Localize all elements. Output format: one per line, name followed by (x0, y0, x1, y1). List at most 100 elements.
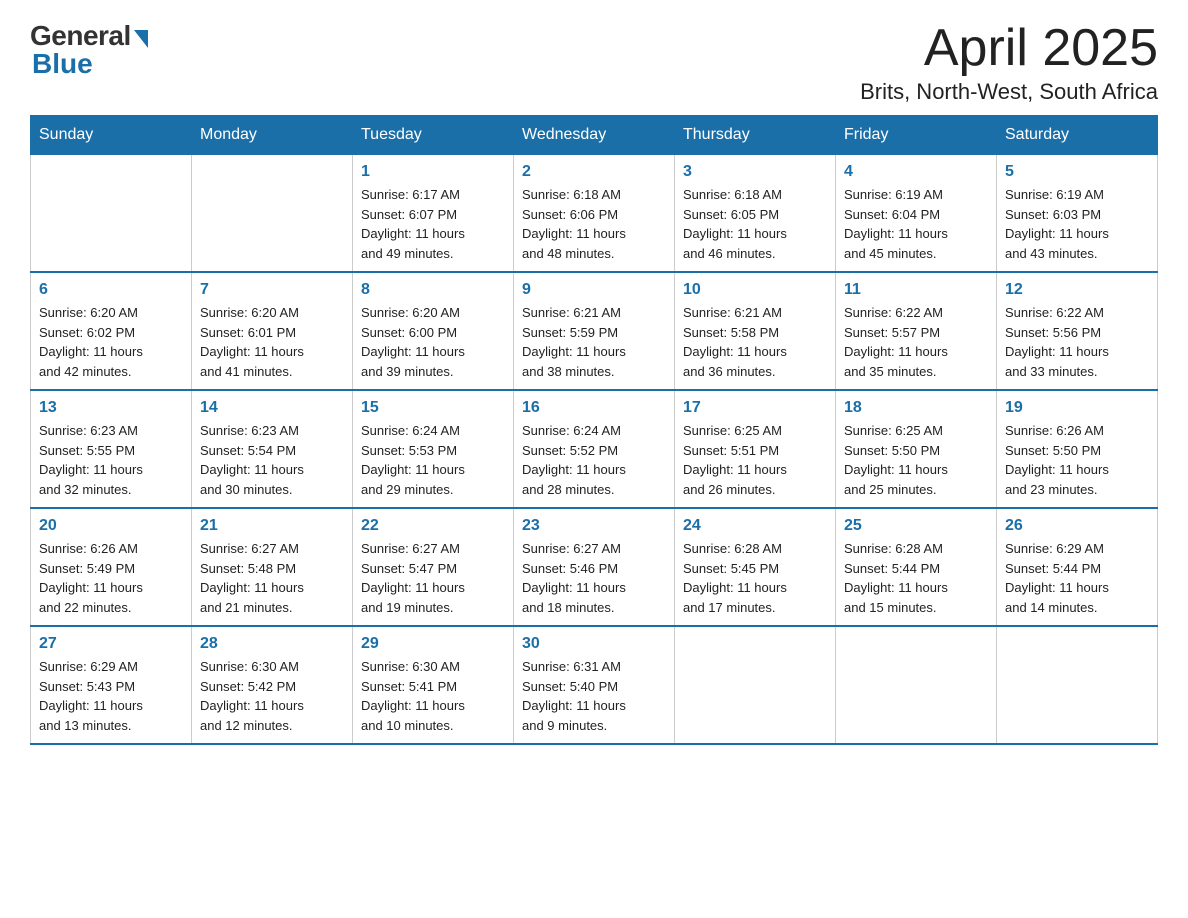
day-number: 10 (683, 281, 827, 299)
day-number: 16 (522, 399, 666, 417)
calendar-header-row: SundayMondayTuesdayWednesdayThursdayFrid… (31, 116, 1158, 155)
day-number: 28 (200, 635, 344, 653)
logo-arrow-icon (134, 30, 148, 48)
day-info: Sunrise: 6:29 AM Sunset: 5:43 PM Dayligh… (39, 657, 183, 735)
calendar-cell: 30Sunrise: 6:31 AM Sunset: 5:40 PM Dayli… (514, 626, 675, 744)
day-info: Sunrise: 6:24 AM Sunset: 5:53 PM Dayligh… (361, 421, 505, 499)
calendar-cell: 21 Sunrise: 6:27 AM Sunset: 5:48 PM Dayli… (192, 508, 353, 626)
day-info: Sunrise: 6:18 AM Sunset: 6:05 PM Dayligh… (683, 185, 827, 263)
day-number: 26 (1005, 517, 1149, 535)
logo-blue-text: Blue (32, 48, 93, 80)
calendar-cell: 13 Sunrise: 6:23 AM Sunset: 5:55 PM Dayli… (31, 390, 192, 508)
calendar-cell: 7 Sunrise: 6:20 AM Sunset: 6:01 PM Daylig… (192, 272, 353, 390)
day-of-week-header: Monday (192, 116, 353, 155)
day-info: Sunrise: 6:28 AM Sunset: 5:45 PM Dayligh… (683, 539, 827, 617)
day-number: 17 (683, 399, 827, 417)
calendar-cell: 8 Sunrise: 6:20 AM Sunset: 6:00 PM Daylig… (353, 272, 514, 390)
calendar-cell: 2 Sunrise: 6:18 AM Sunset: 6:06 PM Daylig… (514, 155, 675, 273)
calendar-cell (997, 626, 1158, 744)
calendar-cell: 17Sunrise: 6:25 AM Sunset: 5:51 PM Dayli… (675, 390, 836, 508)
calendar-cell (192, 155, 353, 273)
calendar-cell: 3 Sunrise: 6:18 AM Sunset: 6:05 PM Daylig… (675, 155, 836, 273)
day-info: Sunrise: 6:19 AM Sunset: 6:04 PM Dayligh… (844, 185, 988, 263)
calendar-week-row: 27 Sunrise: 6:29 AM Sunset: 5:43 PM Dayli… (31, 626, 1158, 744)
location-subtitle: Brits, North-West, South Africa (860, 79, 1158, 105)
calendar-cell: 5Sunrise: 6:19 AM Sunset: 6:03 PM Daylig… (997, 155, 1158, 273)
day-info: Sunrise: 6:22 AM Sunset: 5:57 PM Dayligh… (844, 303, 988, 381)
day-info: Sunrise: 6:30 AM Sunset: 5:42 PM Dayligh… (200, 657, 344, 735)
day-number: 23 (522, 517, 666, 535)
day-info: Sunrise: 6:23 AM Sunset: 5:55 PM Dayligh… (39, 421, 183, 499)
title-section: April 2025 Brits, North-West, South Afri… (860, 20, 1158, 105)
day-number: 22 (361, 517, 505, 535)
day-number: 27 (39, 635, 183, 653)
day-number: 2 (522, 163, 666, 181)
day-info: Sunrise: 6:21 AM Sunset: 5:58 PM Dayligh… (683, 303, 827, 381)
day-number: 8 (361, 281, 505, 299)
calendar-cell: 19 Sunrise: 6:26 AM Sunset: 5:50 PM Dayli… (997, 390, 1158, 508)
day-number: 11 (844, 281, 988, 299)
day-number: 7 (200, 281, 344, 299)
day-number: 19 (1005, 399, 1149, 417)
calendar-cell: 10 Sunrise: 6:21 AM Sunset: 5:58 PM Dayli… (675, 272, 836, 390)
calendar-cell (31, 155, 192, 273)
month-title: April 2025 (860, 20, 1158, 77)
day-number: 9 (522, 281, 666, 299)
day-info: Sunrise: 6:20 AM Sunset: 6:00 PM Dayligh… (361, 303, 505, 381)
calendar-cell: 25 Sunrise: 6:28 AM Sunset: 5:44 PM Dayli… (836, 508, 997, 626)
day-info: Sunrise: 6:17 AM Sunset: 6:07 PM Dayligh… (361, 185, 505, 263)
calendar-cell: 22 Sunrise: 6:27 AM Sunset: 5:47 PM Dayli… (353, 508, 514, 626)
day-info: Sunrise: 6:29 AM Sunset: 5:44 PM Dayligh… (1005, 539, 1149, 617)
day-info: Sunrise: 6:22 AM Sunset: 5:56 PM Dayligh… (1005, 303, 1149, 381)
day-info: Sunrise: 6:27 AM Sunset: 5:48 PM Dayligh… (200, 539, 344, 617)
day-number: 12 (1005, 281, 1149, 299)
day-info: Sunrise: 6:24 AM Sunset: 5:52 PM Dayligh… (522, 421, 666, 499)
calendar-cell: 6Sunrise: 6:20 AM Sunset: 6:02 PM Daylig… (31, 272, 192, 390)
day-number: 18 (844, 399, 988, 417)
calendar-cell: 29 Sunrise: 6:30 AM Sunset: 5:41 PM Dayli… (353, 626, 514, 744)
day-info: Sunrise: 6:28 AM Sunset: 5:44 PM Dayligh… (844, 539, 988, 617)
day-of-week-header: Saturday (997, 116, 1158, 155)
calendar-cell: 18 Sunrise: 6:25 AM Sunset: 5:50 PM Dayli… (836, 390, 997, 508)
calendar-cell (836, 626, 997, 744)
calendar-week-row: 20Sunrise: 6:26 AM Sunset: 5:49 PM Dayli… (31, 508, 1158, 626)
calendar-cell: 9 Sunrise: 6:21 AM Sunset: 5:59 PM Daylig… (514, 272, 675, 390)
day-info: Sunrise: 6:27 AM Sunset: 5:47 PM Dayligh… (361, 539, 505, 617)
day-info: Sunrise: 6:30 AM Sunset: 5:41 PM Dayligh… (361, 657, 505, 735)
day-info: Sunrise: 6:23 AM Sunset: 5:54 PM Dayligh… (200, 421, 344, 499)
calendar-cell: 15 Sunrise: 6:24 AM Sunset: 5:53 PM Dayli… (353, 390, 514, 508)
day-number: 5 (1005, 163, 1149, 181)
day-info: Sunrise: 6:20 AM Sunset: 6:01 PM Dayligh… (200, 303, 344, 381)
calendar-cell: 12 Sunrise: 6:22 AM Sunset: 5:56 PM Dayli… (997, 272, 1158, 390)
calendar-cell: 27 Sunrise: 6:29 AM Sunset: 5:43 PM Dayli… (31, 626, 192, 744)
day-info: Sunrise: 6:26 AM Sunset: 5:50 PM Dayligh… (1005, 421, 1149, 499)
day-info: Sunrise: 6:25 AM Sunset: 5:50 PM Dayligh… (844, 421, 988, 499)
day-of-week-header: Tuesday (353, 116, 514, 155)
day-number: 29 (361, 635, 505, 653)
calendar-cell: 26 Sunrise: 6:29 AM Sunset: 5:44 PM Dayli… (997, 508, 1158, 626)
day-number: 4 (844, 163, 988, 181)
day-info: Sunrise: 6:27 AM Sunset: 5:46 PM Dayligh… (522, 539, 666, 617)
day-number: 6 (39, 281, 183, 299)
day-of-week-header: Wednesday (514, 116, 675, 155)
day-number: 15 (361, 399, 505, 417)
day-number: 1 (361, 163, 505, 181)
day-of-week-header: Sunday (31, 116, 192, 155)
day-number: 14 (200, 399, 344, 417)
day-number: 13 (39, 399, 183, 417)
day-number: 30 (522, 635, 666, 653)
calendar-table: SundayMondayTuesdayWednesdayThursdayFrid… (30, 115, 1158, 745)
calendar-cell: 20Sunrise: 6:26 AM Sunset: 5:49 PM Dayli… (31, 508, 192, 626)
day-of-week-header: Friday (836, 116, 997, 155)
day-of-week-header: Thursday (675, 116, 836, 155)
calendar-cell: 14 Sunrise: 6:23 AM Sunset: 5:54 PM Dayli… (192, 390, 353, 508)
day-info: Sunrise: 6:18 AM Sunset: 6:06 PM Dayligh… (522, 185, 666, 263)
calendar-cell (675, 626, 836, 744)
day-number: 24 (683, 517, 827, 535)
day-number: 25 (844, 517, 988, 535)
day-info: Sunrise: 6:21 AM Sunset: 5:59 PM Dayligh… (522, 303, 666, 381)
page-header: General Blue April 2025 Brits, North-Wes… (30, 20, 1158, 105)
day-number: 3 (683, 163, 827, 181)
day-number: 21 (200, 517, 344, 535)
calendar-cell: 16 Sunrise: 6:24 AM Sunset: 5:52 PM Dayli… (514, 390, 675, 508)
